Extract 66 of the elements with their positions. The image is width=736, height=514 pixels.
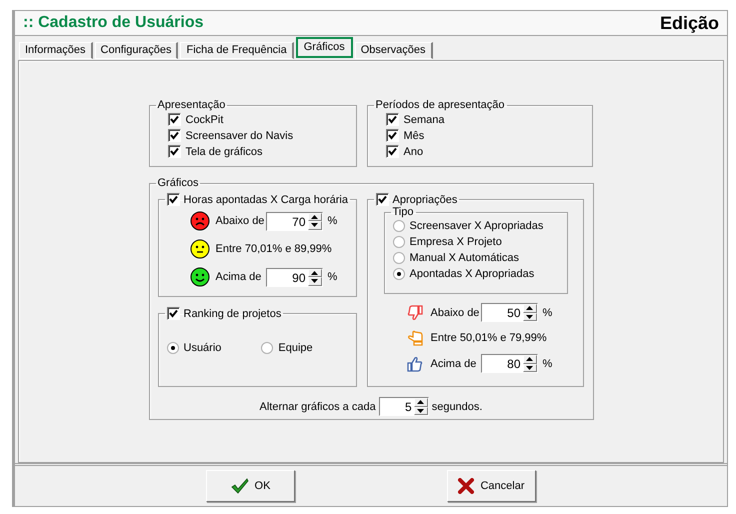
x-icon (458, 478, 474, 494)
checkbox-label: CockPit (186, 114, 224, 126)
tab[interactable]: Gráficos (296, 37, 353, 58)
cancel-button[interactable]: Cancelar (447, 470, 536, 502)
range-label: Entre 50,01% e 79,99% (430, 332, 547, 344)
radio-button[interactable] (392, 236, 404, 248)
number-spinner[interactable]: 70 (266, 212, 322, 230)
neutral-face-icon (190, 239, 210, 259)
smiley-face-icon (190, 267, 210, 287)
radio-label: Equipe (278, 342, 313, 354)
group-title: Gráficos (158, 177, 198, 189)
radio-label: Apontadas X Apropriadas (410, 268, 534, 280)
checkbox[interactable] (166, 193, 180, 206)
interval-label: Alternar gráficos a cada (260, 400, 376, 412)
number-spinner[interactable]: 80 (480, 354, 538, 373)
checkbox-label: Screensaver do Navis (186, 130, 294, 142)
thumb-sideways-icon (406, 330, 422, 346)
checkbox[interactable] (168, 113, 180, 126)
checkbox-label: Semana (404, 114, 444, 126)
unit-label: % (328, 271, 338, 283)
checkbox[interactable] (166, 307, 180, 320)
checkbox[interactable] (386, 113, 398, 126)
unit-label: segundos. (432, 400, 482, 412)
thumbs-down-icon (406, 304, 422, 320)
checkbox[interactable] (386, 145, 398, 158)
checkbox-label: Mês (404, 130, 424, 142)
group-title: Períodos de apresentação (376, 99, 505, 111)
number-spinner[interactable]: 50 (480, 303, 538, 322)
unit-label: % (542, 358, 552, 370)
thumbs-up-icon (406, 356, 422, 372)
threshold-label: Acima de (430, 358, 476, 370)
number-spinner[interactable]: 90 (266, 268, 322, 286)
group-title: Apresentação (158, 99, 226, 111)
checkbox-label: Ano (404, 146, 424, 158)
ok-button[interactable]: OK (206, 470, 295, 502)
tab[interactable]: Informações (19, 42, 93, 59)
unit-label: % (328, 215, 338, 227)
radio-label: Usuário (184, 342, 222, 354)
radio-button[interactable] (392, 252, 404, 264)
unit-label: % (542, 306, 552, 318)
checkbox[interactable] (168, 145, 180, 158)
radio-button[interactable] (392, 220, 404, 232)
tab[interactable]: Configurações (94, 42, 178, 59)
checkbox[interactable] (376, 193, 388, 206)
checkbox-label: Tela de gráficos (186, 146, 263, 158)
radio-label: Empresa X Projeto (410, 236, 502, 248)
radio-label: Screensaver X Apropriadas (410, 220, 544, 232)
group-title: Tipo (392, 206, 414, 218)
checkmark-icon (230, 478, 249, 494)
tab[interactable]: Observações (354, 42, 433, 59)
sad-face-icon (190, 211, 210, 231)
radio-label: Manual X Automáticas (410, 252, 519, 264)
checkbox[interactable] (168, 129, 180, 142)
checkbox[interactable] (386, 129, 398, 142)
radio-button[interactable] (166, 342, 178, 354)
checkbox-label: Ranking de projetos (184, 308, 282, 320)
radio-button[interactable] (392, 268, 404, 280)
checkbox-label: Apropriações (392, 194, 458, 206)
range-label: Entre 70,01% e 89,99% (216, 243, 332, 255)
radio-button[interactable] (261, 342, 274, 354)
tab[interactable]: Ficha de Frequência (180, 42, 294, 59)
checkbox-label: Horas apontadas X Carga horária (184, 194, 348, 206)
threshold-label: Acima de (216, 271, 260, 283)
mode-label: Edição (660, 12, 719, 34)
window-title: :: Cadastro de Usuários (23, 14, 204, 32)
number-spinner[interactable]: 5 (378, 397, 429, 416)
